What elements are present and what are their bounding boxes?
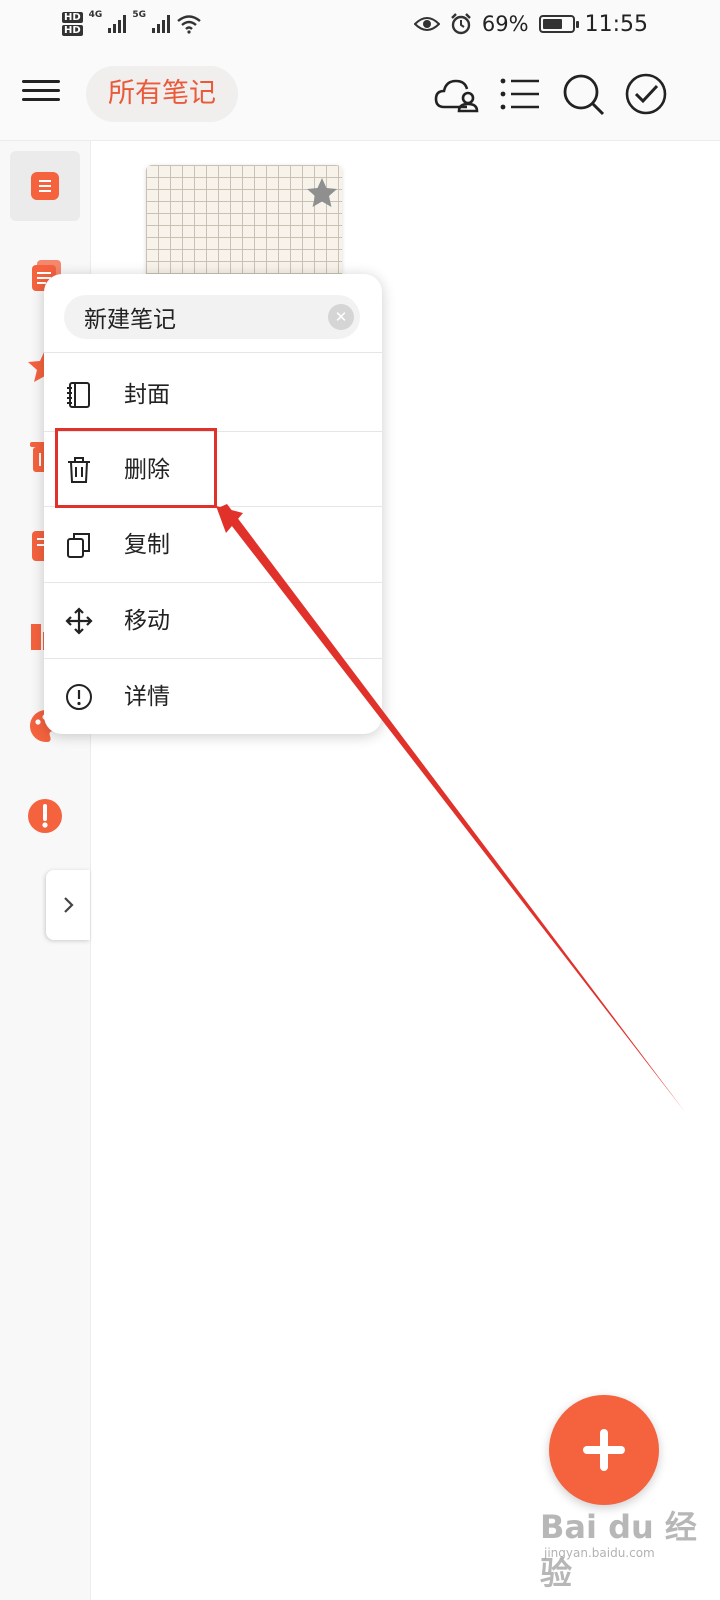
annotation-arrow — [216, 504, 685, 1112]
favorite-star-icon[interactable] — [304, 175, 340, 211]
sidebar-item-all-notes[interactable] — [10, 151, 80, 221]
cover-icon — [67, 382, 90, 408]
hd-badge-1: HD — [62, 12, 83, 23]
status-right: 69% 11:55 — [413, 10, 648, 38]
menu-divider — [44, 352, 382, 353]
battery-percent: 69% — [481, 12, 529, 36]
sidebar-expand-tab[interactable] — [46, 870, 90, 940]
menu-item-label: 复制 — [124, 532, 170, 558]
add-note-button[interactable] — [549, 1395, 659, 1505]
cloud-user-icon[interactable] — [434, 71, 480, 117]
close-icon[interactable]: ✕ — [328, 304, 354, 330]
menu-item-move[interactable]: 移动 — [44, 584, 382, 658]
check-circle-icon[interactable] — [623, 71, 669, 117]
signal-icon-2 — [151, 15, 170, 33]
network-label-2: 5G — [132, 10, 146, 20]
alarm-icon — [451, 13, 471, 35]
info-icon — [66, 684, 92, 710]
menu-item-details[interactable]: 详情 — [44, 660, 382, 734]
menu-icon[interactable] — [22, 74, 60, 112]
status-left: HD HD 4G 5G — [62, 6, 202, 42]
all-notes-icon — [31, 172, 59, 200]
menu-item-label: 移动 — [124, 608, 170, 634]
menu-item-cover[interactable]: 封面 — [44, 358, 382, 432]
signal-icon — [108, 15, 127, 33]
hd-badge-2: HD — [62, 25, 83, 36]
menu-divider — [44, 658, 382, 659]
wifi-icon — [177, 15, 201, 34]
info-icon — [28, 799, 62, 833]
move-icon — [65, 607, 93, 635]
eye-icon — [413, 17, 440, 31]
app-header: 所有笔记 — [0, 48, 720, 141]
search-icon[interactable] — [560, 71, 606, 117]
chevron-right-icon — [64, 897, 74, 913]
menu-item-label: 详情 — [124, 684, 170, 710]
list-icon[interactable] — [497, 71, 543, 117]
menu-item-label: 封面 — [124, 382, 170, 408]
menu-item-copy[interactable]: 复制 — [44, 508, 382, 582]
notebook-title[interactable]: 所有笔记 — [86, 66, 238, 122]
note-name-field[interactable]: ✕ — [64, 295, 360, 339]
copy-icon — [67, 533, 90, 558]
clock: 11:55 — [584, 11, 648, 37]
annotation-highlight-box — [55, 428, 217, 508]
watermark-url: jingyan.baidu.com — [544, 1546, 655, 1560]
battery-icon — [538, 15, 579, 33]
network-label-1: 4G — [88, 10, 103, 20]
sidebar-item-about[interactable] — [10, 781, 80, 851]
menu-divider — [44, 582, 382, 583]
status-bar: HD HD 4G 5G 69% 11:55 — [0, 0, 720, 48]
hd-indicator: HD HD — [62, 12, 83, 36]
note-name-input[interactable] — [84, 295, 314, 339]
